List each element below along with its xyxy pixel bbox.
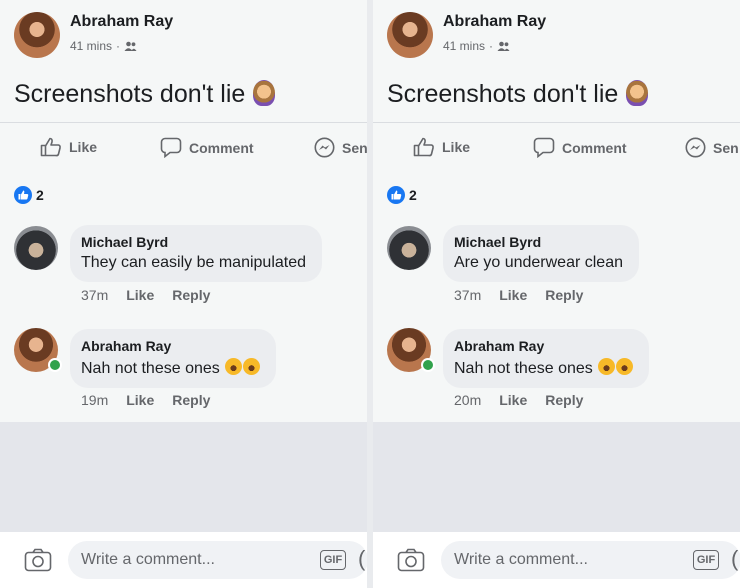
comment-composer: Write a comment... GIF ( bbox=[373, 532, 740, 588]
comment-button[interactable]: Comment bbox=[533, 137, 627, 158]
comment-bubble: Michael Byrd They can easily be manipula… bbox=[70, 225, 323, 282]
reaction-count: 2 bbox=[409, 187, 417, 203]
thumbs-up-icon bbox=[413, 137, 434, 157]
post-author-avatar[interactable] bbox=[387, 12, 433, 58]
facepalm-emoji-icon bbox=[626, 80, 649, 106]
comment-icon bbox=[533, 137, 555, 158]
comment-button[interactable]: Comment bbox=[160, 137, 254, 158]
empty-area bbox=[373, 422, 740, 532]
rofl-emoji-icon bbox=[616, 358, 634, 375]
comment-time: 19m bbox=[81, 392, 109, 408]
comment-meta: 37m Like Reply bbox=[81, 287, 210, 303]
comment-meta: 37m Like Reply bbox=[454, 287, 583, 303]
comment-text: Nah not these ones bbox=[454, 358, 634, 378]
comment-text: They can easily be manipulated bbox=[81, 254, 307, 271]
post-time[interactable]: 41 mins bbox=[70, 39, 112, 53]
thumbs-up-icon bbox=[40, 137, 61, 157]
commenter-avatar[interactable] bbox=[387, 226, 431, 270]
gif-icon[interactable]: GIF bbox=[693, 550, 719, 570]
messenger-icon bbox=[314, 137, 335, 158]
comment-bubble: Abraham Ray Nah not these ones bbox=[443, 329, 650, 388]
rofl-emoji-icon bbox=[243, 358, 261, 375]
like-button[interactable]: Like bbox=[413, 137, 470, 157]
comment-reply-link[interactable]: Reply bbox=[545, 287, 583, 303]
meta-separator: · bbox=[489, 39, 494, 53]
post-text: Screenshots don't lie bbox=[387, 80, 649, 109]
more-options-icon[interactable]: ( bbox=[731, 546, 738, 572]
post-action-bar: Like Comment Sen bbox=[373, 122, 740, 175]
camera-icon[interactable] bbox=[397, 548, 425, 572]
send-button[interactable]: Sen bbox=[685, 137, 739, 158]
comment-text: Nah not these ones bbox=[81, 358, 261, 378]
comment-author[interactable]: Michael Byrd bbox=[454, 234, 623, 250]
post-time[interactable]: 41 mins bbox=[443, 39, 485, 53]
comment-reply-link[interactable]: Reply bbox=[172, 392, 210, 408]
comment-bubble: Abraham Ray Nah not these ones bbox=[70, 329, 277, 388]
comment-text: Are yo underwear clean bbox=[454, 254, 623, 271]
messenger-icon bbox=[685, 137, 706, 158]
online-status-icon bbox=[421, 358, 435, 372]
post-meta: 41 mins · bbox=[443, 39, 510, 53]
comment-like-link[interactable]: Like bbox=[499, 287, 527, 303]
post-text: Screenshots don't lie bbox=[14, 80, 276, 109]
post-author-name[interactable]: Abraham Ray bbox=[70, 13, 173, 31]
comment-time: 37m bbox=[81, 287, 109, 303]
empty-area bbox=[0, 422, 367, 532]
rofl-emoji-icon bbox=[598, 358, 616, 375]
facepalm-emoji-icon bbox=[253, 80, 276, 106]
comment-reply-link[interactable]: Reply bbox=[545, 392, 583, 408]
rofl-emoji-icon bbox=[225, 358, 243, 375]
like-reaction-icon bbox=[387, 186, 405, 204]
like-button[interactable]: Like bbox=[40, 137, 97, 157]
post-author-name[interactable]: Abraham Ray bbox=[443, 13, 546, 31]
reaction-summary[interactable]: 2 bbox=[14, 186, 44, 204]
comment-like-link[interactable]: Like bbox=[126, 287, 154, 303]
comment-bubble: Michael Byrd Are yo underwear clean bbox=[443, 225, 639, 282]
comment-reply-link[interactable]: Reply bbox=[172, 287, 210, 303]
more-options-icon[interactable]: ( bbox=[358, 546, 365, 572]
comment-icon bbox=[160, 137, 182, 158]
like-reaction-icon bbox=[14, 186, 32, 204]
camera-icon[interactable] bbox=[24, 548, 52, 572]
friends-audience-icon[interactable] bbox=[497, 41, 510, 51]
meta-separator: · bbox=[116, 39, 121, 53]
friends-audience-icon[interactable] bbox=[124, 41, 137, 51]
comment-like-link[interactable]: Like bbox=[499, 392, 527, 408]
commenter-avatar[interactable] bbox=[14, 226, 58, 270]
comment-meta: 19m Like Reply bbox=[81, 392, 210, 408]
screenshot-panel-right: Abraham Ray 41 mins · Screenshots don't … bbox=[373, 0, 740, 588]
comment-composer: Write a comment... GIF ( bbox=[0, 532, 367, 588]
screenshot-panel-left: Abraham Ray 41 mins · Screenshots don't … bbox=[0, 0, 367, 588]
online-status-icon bbox=[48, 358, 62, 372]
comment-meta: 20m Like Reply bbox=[454, 392, 583, 408]
reaction-count: 2 bbox=[36, 187, 44, 203]
comment-like-link[interactable]: Like bbox=[126, 392, 154, 408]
post-action-bar: Like Comment Sen bbox=[0, 122, 367, 175]
comment-author[interactable]: Abraham Ray bbox=[81, 338, 260, 354]
reaction-summary[interactable]: 2 bbox=[387, 186, 417, 204]
post-author-avatar[interactable] bbox=[14, 12, 60, 58]
comment-time: 20m bbox=[454, 392, 482, 408]
comment-time: 37m bbox=[454, 287, 482, 303]
comment-author[interactable]: Abraham Ray bbox=[454, 338, 633, 354]
gif-icon[interactable]: GIF bbox=[320, 550, 346, 570]
send-button[interactable]: Sen bbox=[314, 137, 367, 158]
comment-author[interactable]: Michael Byrd bbox=[81, 234, 306, 250]
post-meta: 41 mins · bbox=[70, 39, 137, 53]
